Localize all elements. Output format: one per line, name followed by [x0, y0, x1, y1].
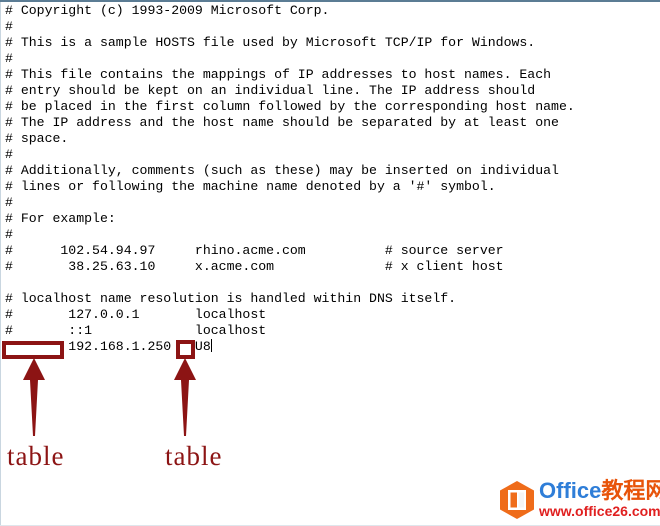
hosts-line: #	[5, 195, 13, 210]
hosts-line: # This file contains the mappings of IP …	[5, 67, 552, 82]
hosts-line: # 102.54.94.97 rhino.acme.com # source s…	[5, 243, 504, 258]
hosts-line: #	[5, 227, 13, 242]
top-border-rule	[0, 0, 660, 2]
hosts-line: # ::1 localhost	[5, 323, 267, 338]
hosts-line: # For example:	[5, 211, 116, 226]
text-caret	[210, 339, 212, 352]
annotation-arrow-up-left-icon	[23, 358, 45, 436]
hosts-line: # be placed in the first column followed…	[5, 99, 575, 114]
watermark-text-block: Office教程网 www.office26.com	[539, 478, 660, 522]
hosts-line: # This is a sample HOSTS file used by Mi…	[5, 35, 536, 50]
hosts-line: #	[5, 19, 13, 34]
site-watermark: Office教程网 www.office26.com	[497, 478, 660, 522]
hosts-file-text-area[interactable]: # Copyright (c) 1993-2009 Microsoft Corp…	[5, 3, 655, 355]
hosts-line: 192.168.1.250 U8	[5, 339, 212, 354]
hosts-line	[5, 275, 655, 291]
hosts-line: # 38.25.63.10 x.acme.com # x client host	[5, 259, 504, 274]
watermark-brand-line: Office教程网	[539, 479, 660, 503]
watermark-url: www.office26.com	[539, 503, 660, 519]
annotation-arrow-up-right-icon	[174, 358, 196, 436]
hosts-line: # entry should be kept on an individual …	[5, 83, 536, 98]
hosts-line: # localhost name resolution is handled w…	[5, 291, 457, 306]
hosts-line: # lines or following the machine name de…	[5, 179, 496, 194]
watermark-brand-en: Office	[539, 478, 602, 503]
hosts-line: #	[5, 51, 13, 66]
annotation-box-separator	[176, 340, 195, 359]
hosts-line: # Copyright (c) 1993-2009 Microsoft Corp…	[5, 3, 330, 18]
office-hexagon-icon	[500, 481, 534, 519]
left-border-rule	[0, 2, 1, 526]
annotation-caption-right: table	[165, 441, 223, 471]
hosts-line: # 127.0.0.1 localhost	[5, 307, 267, 322]
watermark-brand-cn: 教程网	[601, 478, 660, 503]
hosts-line: # Additionally, comments (such as these)…	[5, 163, 559, 178]
hosts-line: # The IP address and the host name shoul…	[5, 115, 559, 130]
annotation-caption-left: table	[7, 441, 65, 471]
hosts-line: # space.	[5, 131, 69, 146]
hosts-line: #	[5, 147, 13, 162]
annotation-box-leading-field	[2, 341, 64, 359]
screenshot-root: # Copyright (c) 1993-2009 Microsoft Corp…	[0, 0, 660, 526]
